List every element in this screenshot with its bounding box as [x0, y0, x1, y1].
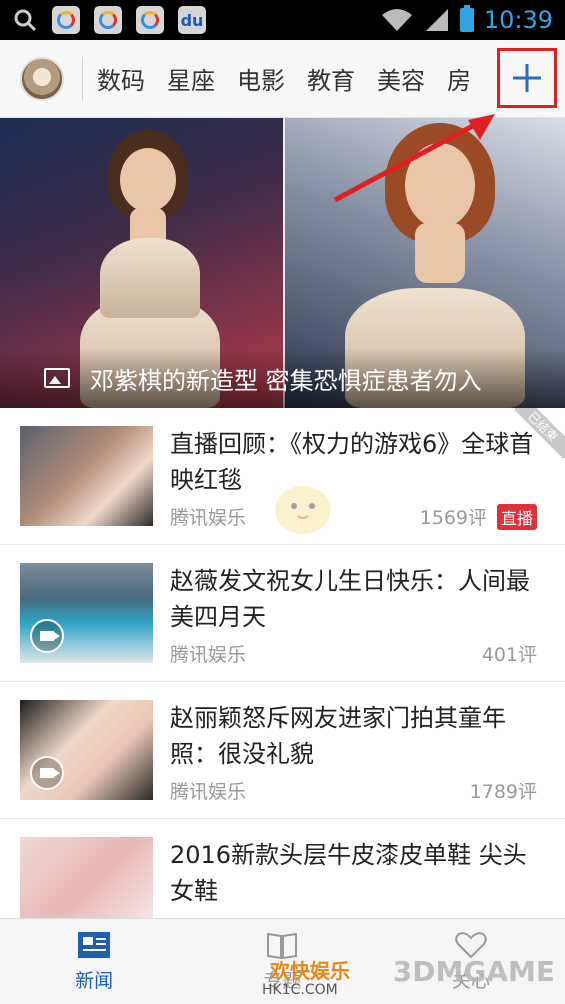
tab-digital[interactable]: 数码 [97, 61, 145, 96]
list-item[interactable]: 2016新款头层牛皮漆皮单鞋 尖头女鞋 [0, 819, 565, 937]
brand-watermark: 3DMGAME [392, 955, 555, 988]
news-source: 腾讯娱乐 [170, 644, 247, 666]
newspaper-icon [78, 932, 111, 958]
url-watermark: HK1C.COM [262, 982, 338, 998]
channel-divider [82, 56, 83, 101]
image-icon [44, 368, 70, 388]
status-bar: du 10:39 [0, 0, 565, 40]
search-icon [14, 9, 37, 32]
news-title: 2016新款头层牛皮漆皮单鞋 尖头女鞋 [170, 841, 527, 905]
signal-icon [425, 9, 448, 31]
hero-caption-bar: 邓紫棋的新造型 密集恐惧症患者勿入 [0, 348, 565, 408]
wifi-icon [381, 9, 412, 31]
baidu-icon: du [178, 6, 206, 34]
plus-icon [513, 64, 541, 92]
app-icon [136, 6, 164, 34]
news-title: 赵薇发文祝女儿生日快乐：人间最美四月天 [170, 567, 530, 631]
tab-horoscope[interactable]: 星座 [167, 61, 215, 96]
tab-education[interactable]: 教育 [307, 61, 355, 96]
ended-ribbon: 已结束 [515, 408, 565, 458]
status-time: 10:39 [483, 6, 553, 34]
tab-house[interactable]: 房 [447, 61, 471, 96]
mascot-icon [275, 486, 331, 534]
list-item[interactable]: 赵丽颖怒斥网友进家门拍其童年照：很没礼貌 腾讯娱乐 1789评 [0, 682, 565, 819]
news-comments: 1789评 [469, 781, 537, 803]
news-thumbnail [20, 426, 153, 526]
ended-label: 已结束 [515, 408, 565, 458]
tab-movie[interactable]: 电影 [237, 61, 285, 96]
app-icon [94, 6, 122, 34]
video-icon [30, 756, 64, 790]
news-thumbnail [20, 563, 153, 663]
news-thumbnail [20, 700, 153, 800]
list-item[interactable]: 赵薇发文祝女儿生日快乐：人间最美四月天 腾讯娱乐 401评 [0, 545, 565, 682]
hero-title: 邓紫棋的新造型 密集恐惧症患者勿入 [90, 366, 482, 395]
news-title: 直播回顾：《权力的游戏6》全球首映红毯 [170, 430, 534, 494]
news-source: 腾讯娱乐 [170, 781, 247, 803]
video-icon [30, 619, 64, 653]
site-watermark: 欢快娱乐 [270, 959, 350, 983]
channel-bar: 数码 星座 电影 教育 美容 房 [0, 40, 565, 118]
avatar[interactable] [20, 56, 64, 101]
add-channel-button[interactable] [497, 48, 557, 108]
battery-icon [459, 5, 474, 32]
news-comments: 1569评 [419, 507, 487, 529]
tab-beauty[interactable]: 美容 [377, 61, 425, 96]
hero-banner[interactable]: 邓紫棋的新造型 密集恐惧症患者勿入 [0, 118, 565, 408]
news-comments: 401评 [481, 644, 537, 666]
news-source: 腾讯娱乐 [170, 507, 247, 529]
nav-news[interactable]: 新闻 [0, 919, 188, 1004]
app-icon [52, 6, 80, 34]
live-badge: 直播 [496, 504, 537, 530]
nav-news-label: 新闻 [75, 970, 114, 992]
news-title: 赵丽颖怒斥网友进家门拍其童年照：很没礼貌 [170, 704, 506, 768]
channel-tabs: 数码 星座 电影 教育 美容 房 [97, 61, 477, 96]
